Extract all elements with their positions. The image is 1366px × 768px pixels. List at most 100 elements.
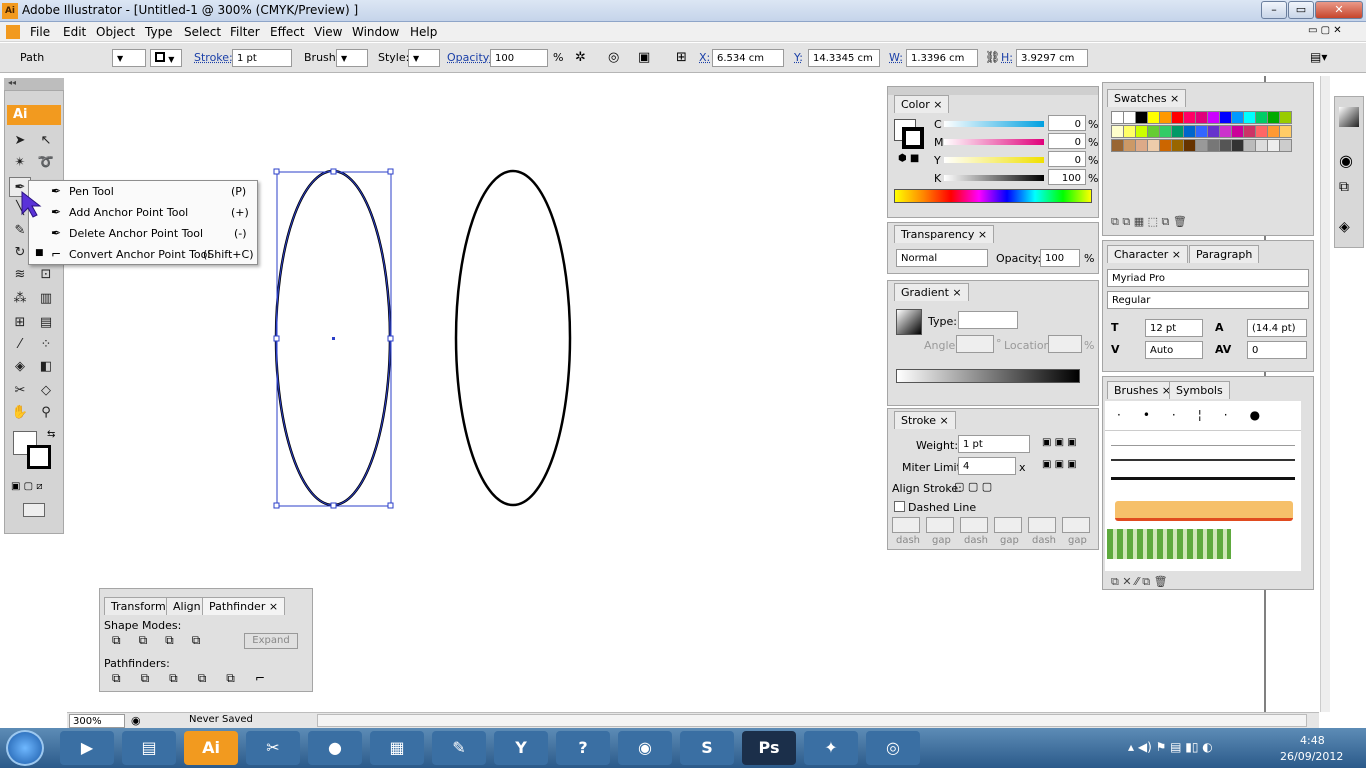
- layers-dock-icon[interactable]: ◈: [1339, 219, 1350, 235]
- h-field[interactable]: 3.9297 cm: [1016, 49, 1088, 67]
- chrome-icon[interactable]: ◎: [866, 731, 920, 765]
- swatch-footer-icons[interactable]: ⧉ ⧉ ▦ ⬚ ⧉ 🗑: [1111, 215, 1187, 229]
- tab-stroke[interactable]: Stroke ×: [894, 411, 956, 429]
- x-field[interactable]: 6.534 cm: [712, 49, 784, 67]
- tab-paragraph[interactable]: Paragraph: [1189, 245, 1260, 263]
- flyout-add-anchor[interactable]: ✒ Add Anchor Point Tool (+): [29, 202, 257, 223]
- blend-mode-dropdown[interactable]: Normal: [896, 249, 988, 267]
- gradient-slider[interactable]: [896, 369, 1080, 383]
- flyout-pen-tool[interactable]: ✒ Pen Tool (P): [29, 181, 257, 202]
- app-icon[interactable]: ✦: [804, 731, 858, 765]
- color-swatch[interactable]: [1279, 139, 1292, 152]
- skype-icon[interactable]: S: [680, 731, 734, 765]
- live-paint-tool-icon[interactable]: ◈: [9, 357, 31, 377]
- color-swatch[interactable]: [1279, 111, 1292, 124]
- tab-transparency[interactable]: Transparency ×: [894, 225, 995, 243]
- menu-filter[interactable]: Filter: [230, 25, 260, 39]
- start-button[interactable]: [6, 730, 44, 766]
- reference-point-icon[interactable]: ⊞: [676, 50, 687, 65]
- blend-tool-icon[interactable]: ⁘: [35, 335, 57, 355]
- lasso-tool-icon[interactable]: ➰: [35, 153, 57, 173]
- swap-colors-icon[interactable]: ⇆: [47, 429, 55, 440]
- angle-field[interactable]: [956, 335, 994, 353]
- color-swatch[interactable]: [1279, 125, 1292, 138]
- gradient-preview[interactable]: [896, 309, 922, 335]
- isolate-icon[interactable]: ◎: [608, 50, 619, 65]
- kerning-field[interactable]: Auto: [1145, 341, 1203, 359]
- mesh-tool-icon[interactable]: ⊞: [9, 313, 31, 333]
- w-label[interactable]: W:: [889, 51, 903, 64]
- eraser-tool-icon[interactable]: ◇: [35, 381, 57, 401]
- transparency-dock-icon[interactable]: ◉: [1339, 151, 1353, 170]
- y-slider[interactable]: [944, 157, 1044, 163]
- screen-mode-icon[interactable]: [23, 503, 45, 517]
- gradient-type-dropdown[interactable]: [958, 311, 1018, 329]
- expand-button[interactable]: Expand: [244, 633, 298, 649]
- zoom-dropdown[interactable]: 300%: [69, 714, 125, 728]
- slice-tool-icon[interactable]: ✂: [9, 381, 31, 401]
- m-slider[interactable]: [944, 139, 1044, 145]
- gradient-tool-icon[interactable]: ▤: [35, 313, 57, 333]
- dash-field[interactable]: [960, 517, 988, 533]
- dash-field[interactable]: [1028, 517, 1056, 533]
- live-paint-selection-icon[interactable]: ◧: [35, 357, 57, 377]
- free-transform-tool-icon[interactable]: ⊡: [35, 265, 57, 285]
- gap-field[interactable]: [1062, 517, 1090, 533]
- shape-mode-icons[interactable]: ⧉⧉⧉⧉: [112, 633, 218, 648]
- menu-object[interactable]: Object: [96, 25, 135, 39]
- horizontal-scrollbar[interactable]: [317, 714, 1307, 727]
- join-style-icons[interactable]: ▣ ▣ ▣: [1042, 459, 1077, 470]
- stroke-weight-field[interactable]: 1 pt: [958, 435, 1030, 453]
- toolbox-header[interactable]: ◂◂: [4, 78, 64, 90]
- w-field[interactable]: 1.3396 cm: [906, 49, 978, 67]
- tab-gradient[interactable]: Gradient ×: [894, 283, 969, 301]
- font-family-dropdown[interactable]: Myriad Pro: [1107, 269, 1309, 287]
- c-field[interactable]: 0: [1048, 115, 1086, 131]
- gradient-dock-icon[interactable]: [1339, 107, 1359, 127]
- calligraphic-brushes[interactable]: ·•·¦·●: [1105, 401, 1301, 431]
- brush-stroke-1[interactable]: [1111, 445, 1295, 446]
- flyout-delete-anchor[interactable]: ✒ Delete Anchor Point Tool (-): [29, 223, 257, 244]
- opacity-field[interactable]: 100: [490, 49, 548, 67]
- help-icon[interactable]: ?: [556, 731, 610, 765]
- kmplayer-icon[interactable]: ◉: [618, 731, 672, 765]
- y-label[interactable]: Y:: [794, 51, 803, 64]
- brush-library[interactable]: ·•·¦·●: [1105, 401, 1301, 571]
- zoom-tool-icon[interactable]: ⚲: [35, 403, 57, 423]
- recolor-icon[interactable]: ✲: [575, 50, 586, 65]
- stroke-weight-field[interactable]: 1 pt: [232, 49, 292, 67]
- illustrator-taskbar-icon[interactable]: Ai: [184, 731, 238, 765]
- photoshop-icon[interactable]: Ps: [742, 731, 796, 765]
- tab-character[interactable]: Character ×: [1107, 245, 1189, 263]
- yahoo-messenger-icon[interactable]: Y: [494, 731, 548, 765]
- swatch-grid[interactable]: [1105, 109, 1301, 197]
- tab-pathfinder[interactable]: Pathfinder ×: [202, 597, 286, 615]
- color-spectrum[interactable]: [894, 189, 1092, 203]
- dash-field[interactable]: [892, 517, 920, 533]
- menu-select[interactable]: Select: [184, 25, 221, 39]
- menu-view[interactable]: View: [314, 25, 342, 39]
- x-label[interactable]: X:: [699, 51, 710, 64]
- opacity-label[interactable]: Opacity:: [447, 51, 492, 64]
- firefox-icon[interactable]: ●: [308, 731, 362, 765]
- eyedropper-tool-icon[interactable]: ⁄: [9, 335, 31, 355]
- transparency-opacity-field[interactable]: 100: [1040, 249, 1080, 267]
- tab-swatches[interactable]: Swatches ×: [1107, 89, 1187, 107]
- workspace-icon[interactable]: ▤▾: [1310, 50, 1327, 64]
- brush-dropdown[interactable]: ▼: [336, 49, 368, 67]
- dashed-line-checkbox[interactable]: [894, 501, 905, 512]
- banner-brush[interactable]: [1115, 501, 1293, 521]
- k-field[interactable]: 100: [1048, 169, 1086, 185]
- appearance-dock-icon[interactable]: ⧉: [1339, 179, 1349, 195]
- tray-icons[interactable]: ▴ ◀) ⚑ ▤ ▮▯ ◐: [1128, 740, 1213, 754]
- stroke-label[interactable]: Stroke:: [194, 51, 233, 64]
- doc-window-controls[interactable]: ▭ ▢ ✕: [1308, 25, 1342, 36]
- stroke-color-icon[interactable]: [27, 445, 51, 469]
- color-mode-icons[interactable]: ▣ ▢ ⧄: [11, 481, 59, 495]
- selection-tool-icon[interactable]: ➤: [9, 131, 31, 151]
- vertical-scrollbar[interactable]: [1320, 76, 1330, 712]
- menu-type[interactable]: Type: [145, 25, 173, 39]
- menu-window[interactable]: Window: [352, 25, 399, 39]
- cap-style-icons[interactable]: ▣ ▣ ▣: [1042, 437, 1077, 448]
- stroke-box[interactable]: [902, 127, 924, 149]
